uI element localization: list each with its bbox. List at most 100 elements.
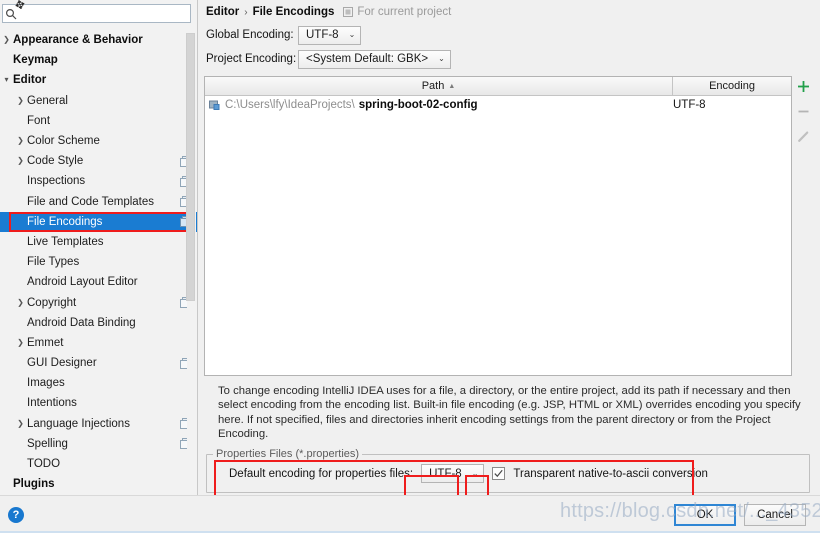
breadcrumb-parent[interactable]: Editor [206,6,239,18]
sidebar-item-label: File and Code Templates [27,195,154,208]
table-cell-encoding[interactable]: UTF-8 [669,99,791,111]
sidebar-scrollbar-thumb[interactable] [186,33,195,301]
sidebar-item-appearance-behavior[interactable]: ❯ Appearance & Behavior [0,30,197,50]
chevron-right-icon[interactable]: ❯ [14,298,27,307]
sidebar-item-label: General [27,94,68,107]
pencil-icon [797,130,808,142]
chevron-down-icon[interactable]: ▾ [0,76,13,84]
cancel-button[interactable]: Cancel [744,503,806,526]
sidebar-item-language-injections[interactable]: ❯ Language Injections [0,414,197,434]
encodings-table-area: Path ▲ Encoding C:\Users\lfy\IdeaProject… [204,76,814,376]
sidebar-item-gui-designer[interactable]: GUI Designer [0,353,197,373]
settings-main-panel: Editor › File Encodings For current proj… [198,0,820,499]
chevron-right-icon[interactable]: ❯ [14,419,27,428]
sidebar-item-label: File Types [27,256,80,269]
help-button[interactable]: ? [8,506,24,523]
column-header-path[interactable]: Path ▲ [205,77,673,95]
sidebar-item-general[interactable]: ❯ General [0,91,197,111]
table-cell-path: C:\Users\lfy\IdeaProjects\ spring-boot-02… [205,99,669,111]
breadcrumb-scope-note: For current project [343,6,451,18]
sidebar-item-code-style[interactable]: ❯ Code Style [0,151,197,171]
plus-icon [797,80,809,92]
column-header-encoding-label: Encoding [709,80,755,92]
sidebar-item-intentions[interactable]: Intentions [0,393,197,413]
minus-icon [798,110,808,112]
sidebar-item-label: Editor [13,74,47,87]
sidebar-item-label: GUI Designer [27,357,97,370]
search-area: ✥ [0,0,197,27]
edit-button[interactable] [794,127,812,145]
ok-button[interactable]: OK [674,503,736,526]
global-encoding-row: Global Encoding: UTF-8 ⌄ [204,24,814,46]
mouse-cursor-icon: ✥ [13,0,27,14]
breadcrumb: Editor › File Encodings For current proj… [204,0,814,24]
checkmark-icon [494,469,504,478]
chevron-right-icon[interactable]: ❯ [14,157,27,165]
project-encoding-select[interactable]: <System Default: GBK> ⌄ [298,49,451,69]
sidebar-item-font[interactable]: Font [0,111,197,131]
sidebar-item-emmet[interactable]: ❯ Emmet [0,333,197,353]
sidebar-item-android-data-binding[interactable]: Android Data Binding [0,313,197,333]
sidebar-item-label: File Encodings [27,215,103,228]
sidebar-item-label: Live Templates [27,235,104,248]
sidebar-item-android-layout-editor[interactable]: Android Layout Editor [0,272,197,292]
sidebar-item-file-types[interactable]: File Types [0,252,197,272]
sort-ascending-icon: ▲ [448,82,456,90]
breadcrumb-current: File Encodings [252,6,335,18]
chevron-down-icon: ⌄ [471,468,479,478]
search-input[interactable] [2,4,191,23]
sidebar-item-label: Color Scheme [27,135,100,148]
table-header-row: Path ▲ Encoding [205,77,791,96]
remove-button[interactable] [794,102,812,120]
sidebar-item-editor[interactable]: ▾ Editor [0,70,197,90]
sidebar-scrollbar-track[interactable] [186,27,196,495]
sidebar-item-label: Language Injections [27,417,130,430]
sidebar-item-keymap[interactable]: Keymap [0,50,197,70]
sidebar-item-file-and-code-templates[interactable]: File and Code Templates [0,192,197,212]
global-encoding-label: Global Encoding: [206,29,294,41]
chevron-right-icon[interactable]: ❯ [14,96,27,105]
sidebar-item-live-templates[interactable]: Live Templates [0,232,197,252]
table-cell-path-prefix: C:\Users\lfy\IdeaProjects\ [225,98,355,111]
properties-files-legend: Properties Files (*.properties) [213,447,363,460]
project-encoding-label: Project Encoding: [206,53,297,65]
properties-default-encoding-value: UTF-8 [429,467,462,480]
transparent-native-to-ascii-checkbox[interactable] [492,467,506,481]
project-folder-icon [209,100,220,110]
encodings-table: Path ▲ Encoding C:\Users\lfy\IdeaProject… [204,76,792,376]
chevron-down-icon: ⌄ [348,30,356,39]
sidebar-item-label: Plugins [13,478,55,491]
breadcrumb-scope-text: For current project [357,6,452,18]
column-header-path-label: Path [421,80,445,92]
sidebar-item-file-encodings[interactable]: File Encodings [0,211,197,232]
table-row[interactable]: C:\Users\lfy\IdeaProjects\ spring-boot-02… [205,96,791,113]
table-body: C:\Users\lfy\IdeaProjects\ spring-boot-02… [205,96,791,375]
global-encoding-select[interactable]: UTF-8 ⌄ [298,25,362,45]
properties-default-encoding-select[interactable]: UTF-8 ⌄ [421,464,485,484]
properties-default-encoding-label: Default encoding for properties files: [229,467,414,480]
sidebar-item-inspections[interactable]: Inspections [0,171,197,191]
settings-tree-scroll: ❯ Appearance & Behavior Keymap ▾ Editor ❯ Gene… [0,27,197,495]
sidebar-item-spelling[interactable]: Spelling [0,434,197,454]
encodings-description: To change encoding IntelliJ IDEA uses fo… [218,385,801,441]
column-header-encoding[interactable]: Encoding [673,77,791,95]
settings-dialog: ✥ ❯ Appearance & Behavior Keymap ▾ Editor ❯ Ge… [0,0,820,533]
chevron-down-icon: ⌄ [438,54,445,63]
dialog-footer: ? OK Cancel [0,495,820,533]
sidebar-item-color-scheme[interactable]: ❯ Color Scheme [0,131,197,151]
sidebar-item-label: Android Data Binding [27,316,136,329]
chevron-right-icon[interactable]: ❯ [14,338,27,347]
sidebar-item-images[interactable]: Images [0,373,197,393]
add-button[interactable] [794,77,812,95]
properties-files-section: Properties Files (*.properties) Default … [206,447,810,499]
sidebar-item-todo[interactable]: TODO [0,454,197,474]
table-toolbar [792,76,814,376]
global-encoding-value: UTF-8 [306,29,339,41]
sidebar-item-copyright[interactable]: ❯ Copyright [0,292,197,312]
sidebar-item-label: Font [27,114,51,127]
chevron-right-icon[interactable]: ❯ [0,36,13,44]
properties-files-group: Properties Files (*.properties) Default … [206,447,810,493]
chevron-right-icon[interactable]: ❯ [14,137,27,145]
settings-sidebar: ✥ ❯ Appearance & Behavior Keymap ▾ Editor ❯ Ge… [0,0,198,495]
sidebar-item-plugins[interactable]: Plugins [0,474,197,494]
